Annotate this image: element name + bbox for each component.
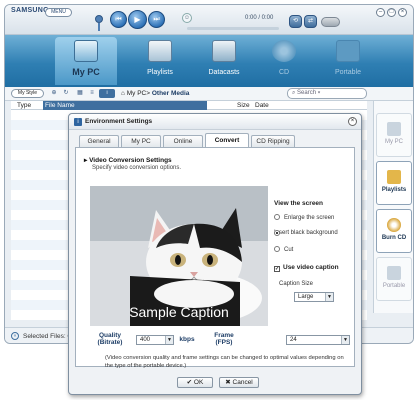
close-icon[interactable]: × [398, 8, 407, 17]
quality-select[interactable]: 400 ▼ [136, 335, 174, 345]
column-file-name[interactable]: File Name [43, 101, 207, 110]
column-date[interactable]: Date [255, 102, 269, 109]
maximize-icon[interactable]: □ [387, 8, 396, 17]
play-icon[interactable]: ▶ [128, 10, 147, 29]
toolbar: My Style ⊕ ↻ ▦ ≡ i ⌂ My PC> Other Media … [5, 87, 413, 101]
playlist-icon [387, 170, 401, 184]
cd-icon [272, 40, 296, 62]
use-caption-checkbox[interactable]: ✓ Use video caption [274, 264, 339, 272]
column-type[interactable]: Type [17, 102, 31, 109]
radio-cut[interactable]: Cut [274, 246, 293, 253]
repeat-icon[interactable]: ⟲ [289, 15, 302, 28]
nav-tab-cd[interactable]: CD [253, 37, 315, 85]
minimize-icon[interactable]: – [376, 8, 385, 17]
portable-device-icon [387, 266, 401, 280]
refresh-icon[interactable]: ↻ [61, 89, 71, 98]
tab-online[interactable]: Online [163, 135, 203, 147]
dialog-title: Environment Settings [85, 118, 153, 125]
right-tab-portable[interactable]: Portable [376, 257, 412, 301]
search-placeholder: Search [297, 90, 317, 96]
right-tab-burn-cd[interactable]: Burn CD [376, 209, 412, 253]
tab-convert[interactable]: Convert [205, 133, 249, 148]
volume-control[interactable] [95, 13, 103, 33]
seek-bar[interactable] [187, 27, 279, 30]
status-text: Selected Files: C [23, 333, 73, 340]
nav-tab-datacasts[interactable]: Datacasts [193, 37, 255, 85]
playback-time: 0:00 / 0:00 [245, 15, 274, 21]
brand-logo: SAMSUNG [11, 7, 49, 14]
view-screen-label: View the screen [274, 200, 324, 207]
info-icon[interactable]: i [99, 89, 115, 98]
next-track-icon[interactable]: ⏭ [148, 11, 165, 28]
radio-black-background[interactable]: Insert black background [274, 230, 338, 236]
section-description: Specify video conversion options. [92, 165, 182, 171]
playlist-icon [148, 40, 172, 62]
caption-size-label: Caption Size [279, 281, 314, 287]
breadcrumb: ⌂ My PC> Other Media [121, 90, 190, 97]
nav-tab-portable[interactable]: Portable [317, 37, 379, 85]
frame-label: Frame (FPS) [214, 332, 234, 346]
list-view-icon[interactable]: ≡ [87, 89, 97, 98]
breadcrumb-current: Other Media [151, 90, 190, 97]
column-size[interactable]: Size [237, 102, 250, 109]
settings-note: (Video conversion quality and frame sett… [105, 355, 344, 369]
portable-device-icon [336, 40, 360, 62]
visualizer-icon[interactable]: ☺ [182, 13, 192, 23]
right-tab-playlists[interactable]: Playlists [376, 161, 412, 205]
dialog-close-icon[interactable]: × [348, 117, 357, 126]
view-icon[interactable]: ▦ [75, 89, 85, 98]
status-icon[interactable]: « [11, 332, 19, 340]
quality-label: Quality (Bitrate) [97, 332, 123, 346]
quality-unit: kbps [179, 336, 195, 343]
frame-select[interactable]: 24 ▼ [286, 335, 350, 345]
tab-general[interactable]: General [79, 135, 119, 147]
radio-enlarge[interactable]: Enlarge the screen [274, 214, 334, 221]
menu-button[interactable]: MENU [45, 8, 72, 17]
datacast-icon [212, 40, 236, 62]
section-title: ▸ Video Conversion Settings [84, 157, 172, 164]
computer-icon [387, 122, 401, 136]
list-header: Type File Name Size Date [11, 101, 367, 110]
my-style-button[interactable]: My Style [11, 89, 44, 98]
caption-size-select[interactable]: Large ▼ [294, 292, 334, 302]
dialog-title-bar: i Environment Settings × [69, 114, 361, 130]
main-navigation: My PC Playlists Datacasts CD Portable [5, 35, 413, 87]
video-preview: Sample Caption [90, 186, 268, 326]
add-folder-icon[interactable]: ⊕ [49, 89, 59, 98]
environment-settings-dialog: i Environment Settings × General My PC O… [68, 113, 362, 395]
info-icon: i [74, 118, 82, 126]
nav-tab-playlists[interactable]: Playlists [129, 37, 191, 85]
breadcrumb-root[interactable]: My PC> [127, 90, 150, 97]
tab-cd-ripping[interactable]: CD Ripping [251, 135, 295, 147]
right-tab-my-pc[interactable]: My PC [376, 113, 412, 157]
title-bar: SAMSUNG MENU ⏮ ▶ ⏭ ☺ 0:00 / 0:00 ⟲ ⇄ – □… [5, 5, 413, 35]
cancel-button[interactable]: ✖ Cancel [219, 377, 259, 388]
shuffle-icon[interactable]: ⇄ [304, 15, 317, 28]
tab-my-pc[interactable]: My PC [121, 135, 161, 147]
search-input[interactable]: ⌕ Search ▾ [287, 88, 367, 99]
mode-toggle[interactable] [321, 17, 340, 27]
ok-button[interactable]: ✔ OK [177, 377, 213, 388]
nav-tab-my-pc[interactable]: My PC [55, 37, 117, 85]
convert-panel: ▸ Video Conversion Settings Specify vide… [75, 147, 355, 367]
preview-caption: Sample Caption [129, 304, 229, 320]
right-panel: My PC Playlists Burn CD Portable [373, 101, 413, 313]
burn-cd-icon [387, 218, 401, 232]
computer-icon [74, 40, 98, 62]
previous-track-icon[interactable]: ⏮ [110, 11, 127, 28]
